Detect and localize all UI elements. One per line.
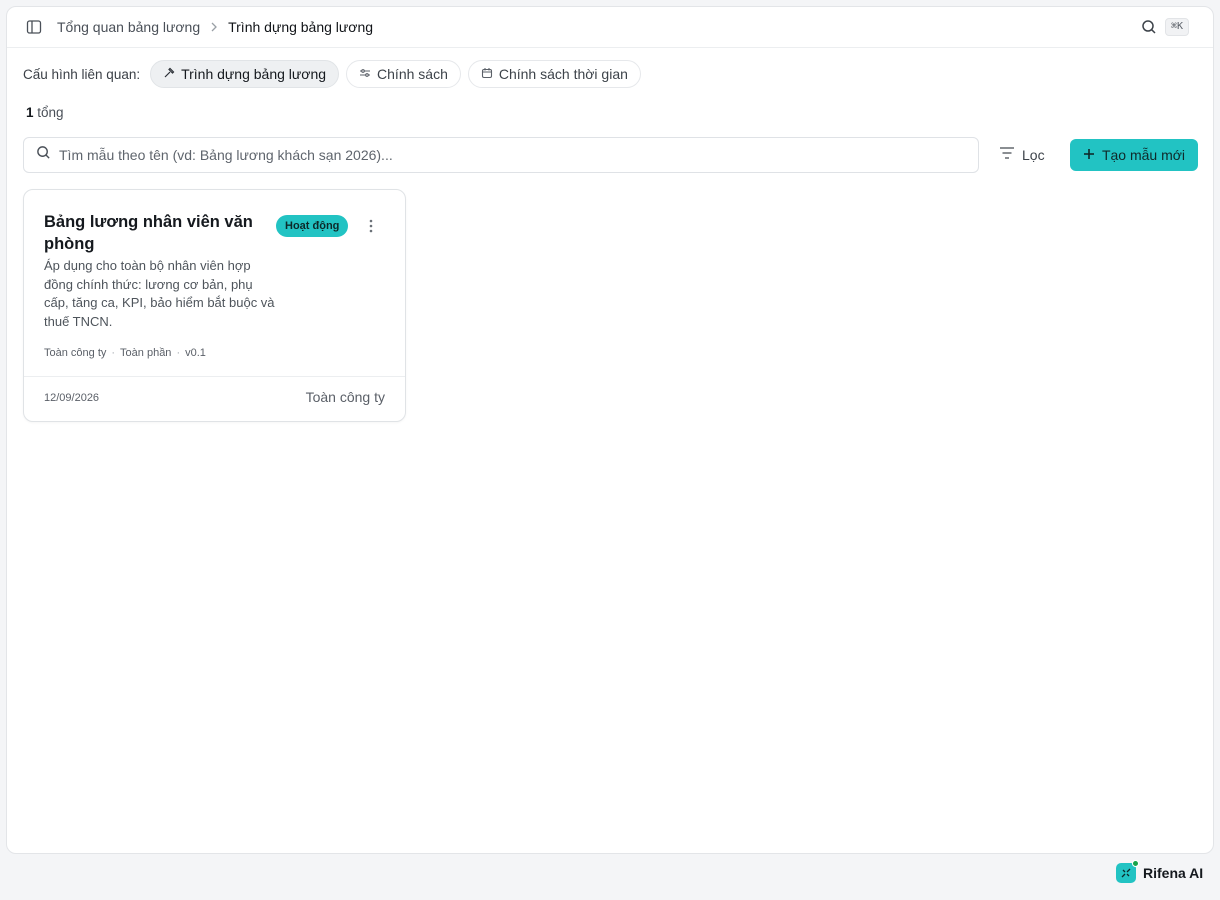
chevron-right-icon xyxy=(210,22,218,32)
chip-label: Trình dựng bảng lương xyxy=(181,66,327,82)
search-input[interactable] xyxy=(59,147,939,163)
assistant-label: Rifena AI xyxy=(1143,865,1204,881)
chip-payroll-builder[interactable]: Trình dựng bảng lương xyxy=(150,60,340,88)
top-bar: Tổng quan bảng lương Trình dựng bảng lươ… xyxy=(7,7,1213,48)
template-date: 12/09/2026 xyxy=(44,392,100,404)
filter-icon xyxy=(999,146,1015,163)
meta-separator: · xyxy=(111,347,116,359)
sliders-icon xyxy=(359,66,371,82)
sidebar-toggle-icon[interactable] xyxy=(25,18,43,36)
total-label: tổng xyxy=(37,105,64,120)
search-icon[interactable] xyxy=(1141,19,1157,35)
related-config: Cấu hình liên quan: Trình dựng bảng lươn… xyxy=(23,60,641,88)
breadcrumb-current: Trình dựng bảng lương xyxy=(228,19,374,35)
filter-button[interactable]: Lọc xyxy=(999,146,1045,163)
template-title: Bảng lương nhân viên văn phòng xyxy=(44,213,253,253)
meta-scope: Toàn công ty xyxy=(44,347,107,359)
total-count: 1 tổng xyxy=(26,105,64,120)
chip-label: Chính sách xyxy=(377,66,448,82)
template-card[interactable]: Bảng lương nhân viên văn phòng Hoạt động… xyxy=(23,189,406,422)
plus-icon xyxy=(1083,147,1095,163)
meta-version: v0.1 xyxy=(185,347,206,359)
calendar-icon xyxy=(481,66,493,82)
assistant-logo-icon xyxy=(1116,860,1139,883)
chip-label: Chính sách thời gian xyxy=(498,66,628,82)
assistant-launcher[interactable]: Rifena AI xyxy=(1116,860,1204,883)
meta-separator: · xyxy=(176,347,181,359)
template-description: Áp dụng cho toàn bộ nhân viên hợp đồng c… xyxy=(44,258,275,329)
global-search[interactable]: ⌘K xyxy=(1141,18,1189,36)
related-config-label: Cấu hình liên quan: xyxy=(23,66,141,82)
template-meta: Toàn công ty · Toàn phần · v0.1 xyxy=(44,347,206,359)
create-template-label: Tạo mẫu mới xyxy=(1101,147,1186,163)
card-divider xyxy=(24,376,405,377)
meta-type: Toàn phần xyxy=(120,347,172,359)
main-panel: Tổng quan bảng lương Trình dựng bảng lươ… xyxy=(6,6,1214,854)
status-badge: Hoạt động xyxy=(276,215,349,237)
search-icon xyxy=(36,145,51,165)
chip-time-policy[interactable]: Chính sách thời gian xyxy=(467,60,641,88)
total-number: 1 xyxy=(26,105,34,120)
template-scope: Toàn công ty xyxy=(305,389,385,405)
more-vertical-icon[interactable] xyxy=(362,217,380,235)
hammer-icon xyxy=(163,66,175,82)
breadcrumb-parent[interactable]: Tổng quan bảng lương xyxy=(57,19,200,35)
chip-policy[interactable]: Chính sách xyxy=(346,60,461,88)
filter-label: Lọc xyxy=(1022,146,1045,163)
search-shortcut-badge: ⌘K xyxy=(1164,18,1189,36)
template-search[interactable] xyxy=(23,137,979,173)
online-indicator xyxy=(1132,860,1139,867)
create-template-button[interactable]: Tạo mẫu mới xyxy=(1070,139,1198,171)
